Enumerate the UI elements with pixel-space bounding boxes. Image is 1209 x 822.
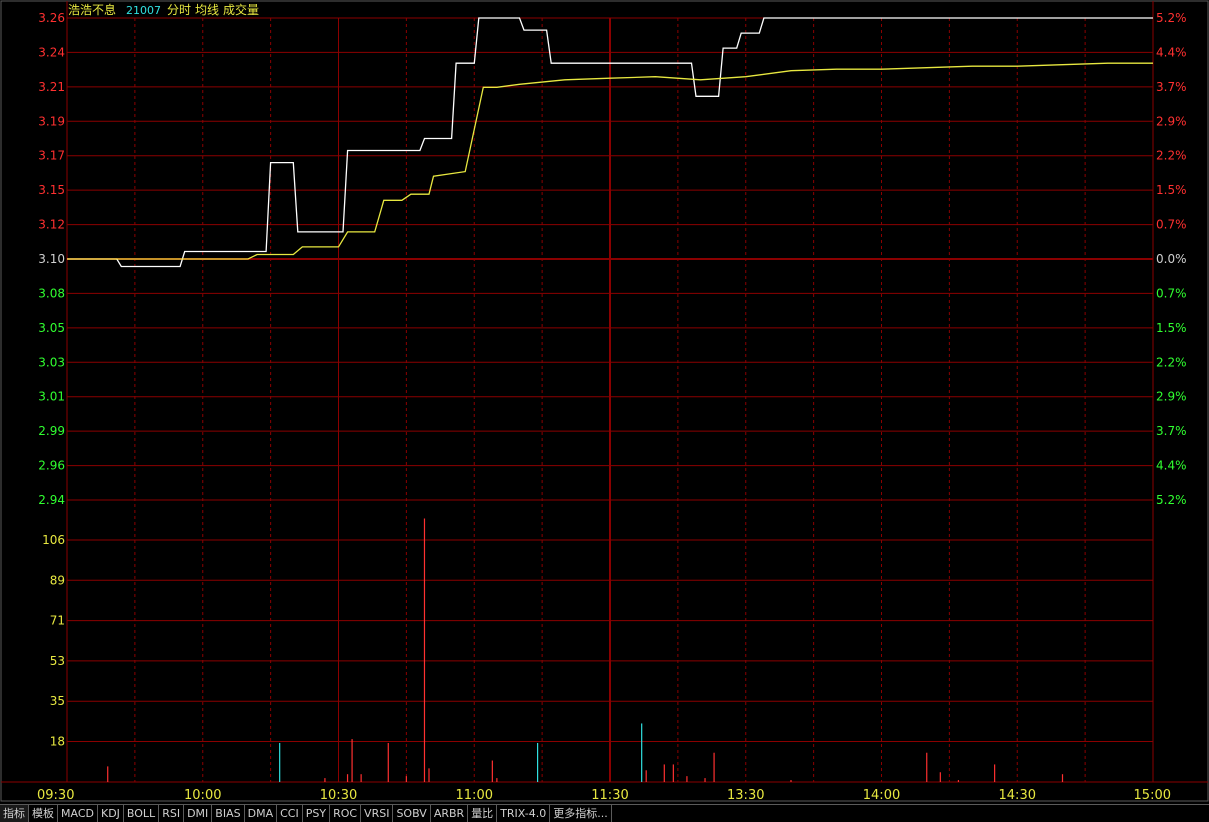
pct-tick-label: 0.0%: [1156, 252, 1187, 266]
indicator-tab[interactable]: DMI: [184, 804, 213, 822]
volume-tick-label: 35: [50, 694, 65, 708]
volume-tick-label: 71: [50, 614, 65, 628]
pct-tick-label: 0.7%: [1156, 218, 1187, 232]
chart-header: 浩浩不息 21007 分时 均线 成交量: [68, 2, 259, 17]
pct-tick-label: 5.2%: [1156, 11, 1187, 25]
time-tick-label: 11:00: [456, 788, 493, 803]
price-tick-label: 2.96: [38, 459, 65, 473]
pct-tick-label: 1.5%: [1156, 183, 1187, 197]
volume-series: [107, 518, 1064, 782]
price-tick-label: 3.21: [38, 80, 65, 94]
volume-tick-label: 18: [50, 735, 65, 749]
pct-tick-label: 2.2%: [1156, 355, 1187, 369]
price-tick-label: 3.26: [38, 11, 65, 25]
indicator-tab[interactable]: PSY: [302, 804, 331, 822]
price-tick-label: 3.24: [38, 45, 65, 59]
pct-tick-label: 2.9%: [1156, 390, 1187, 404]
axis-labels: 3.26 5.2% 3.24 4.4% 3.21 3.7% 3.19 2.9% 3.17 2.2%…: [37, 11, 1187, 803]
indicator-tab[interactable]: DMA: [244, 804, 278, 822]
indicator-tab[interactable]: 量比: [468, 804, 498, 822]
price-tick-label: 3.05: [38, 321, 65, 335]
price-tick-label: 3.08: [38, 286, 65, 300]
price-tick-label: 2.94: [38, 493, 65, 507]
time-tick-label: 14:30: [999, 788, 1036, 803]
label-volume: 成交量: [223, 2, 259, 17]
indicator-tab[interactable]: SOBV: [393, 804, 431, 822]
indicator-tab[interactable]: BIAS: [212, 804, 245, 822]
pct-tick-label: 1.5%: [1156, 321, 1187, 335]
time-tick-label: 15:00: [1134, 788, 1171, 803]
price-tick-label: 3.12: [38, 218, 65, 232]
pct-tick-label: 2.9%: [1156, 114, 1187, 128]
price-tick-label: 3.01: [38, 390, 65, 404]
time-tick-label: 10:30: [320, 788, 357, 803]
time-tick-label: 09:30: [37, 788, 74, 803]
indicator-tab[interactable]: BOLL: [123, 804, 160, 822]
chart-grid: [0, 0, 1209, 802]
price-tick-label: 3.03: [38, 355, 65, 369]
indicator-tab[interactable]: TRIX-4.0: [497, 804, 551, 822]
pct-tick-label: 0.7%: [1156, 286, 1187, 300]
indicator-tab-bar: 指标 模板 MACD KDJ BOLL RSI DMI BIAS DMA CCI PSY ROC VRS…: [0, 804, 1209, 822]
price-tick-label: 3.19: [38, 114, 65, 128]
indicator-tab[interactable]: CCI: [277, 804, 303, 822]
intraday-chart[interactable]: 3.26 5.2% 3.24 4.4% 3.21 3.7% 3.19 2.9% 3.17 2.2%…: [0, 0, 1209, 804]
pct-tick-label: 4.4%: [1156, 459, 1187, 473]
time-tick-label: 13:30: [727, 788, 764, 803]
pct-tick-label: 2.2%: [1156, 149, 1187, 163]
indicator-tab[interactable]: 更多指标...: [550, 804, 612, 822]
indicator-tab[interactable]: ROC: [330, 804, 362, 822]
pct-tick-label: 5.2%: [1156, 493, 1187, 507]
indicator-tab[interactable]: RSI: [159, 804, 185, 822]
tab-bar-filler: [611, 804, 1209, 822]
indicator-tab[interactable]: 模板: [29, 804, 58, 822]
pct-tick-label: 3.7%: [1156, 80, 1187, 94]
indicator-tab[interactable]: ARBR: [430, 804, 469, 822]
time-tick-label: 10:00: [184, 788, 221, 803]
indicator-tab[interactable]: 指标: [0, 804, 29, 822]
price-tick-label: 3.15: [38, 183, 65, 197]
volume-tick-label: 89: [50, 573, 65, 587]
volume-tick-label: 53: [50, 654, 65, 668]
volume-tick-label: 106: [42, 533, 65, 547]
time-tick-label: 11:30: [591, 788, 628, 803]
price-tick-label: 3.10: [38, 252, 65, 266]
pct-tick-label: 4.4%: [1156, 45, 1187, 59]
indicator-tab[interactable]: MACD: [58, 804, 98, 822]
label-avgline: 均线: [195, 3, 219, 17]
label-timeshare: 分时: [167, 3, 191, 17]
price-tick-label: 2.99: [38, 424, 65, 438]
time-tick-label: 14:00: [863, 788, 900, 803]
stock-code: 21007: [126, 4, 161, 17]
pct-tick-label: 3.7%: [1156, 424, 1187, 438]
stock-name: 浩浩不息: [68, 2, 116, 17]
price-tick-label: 3.17: [38, 149, 65, 163]
indicator-tab[interactable]: VRSI: [361, 804, 394, 822]
indicator-tab[interactable]: KDJ: [97, 804, 124, 822]
